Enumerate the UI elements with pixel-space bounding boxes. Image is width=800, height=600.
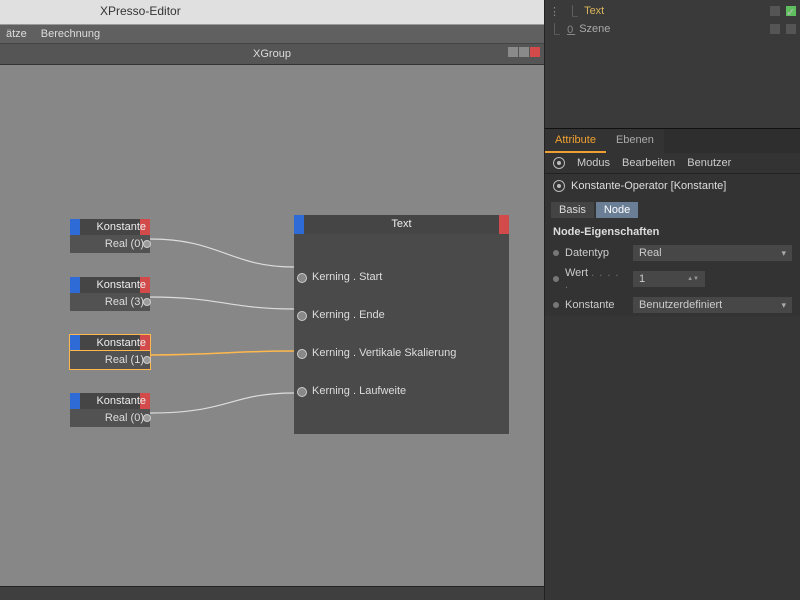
tab-attribute[interactable]: Attribute (545, 129, 606, 153)
render-toggle[interactable] (786, 24, 796, 34)
attribute-empty-area (545, 316, 800, 600)
dropdown-konstante[interactable]: Benutzerdefiniert ▾ (633, 297, 792, 313)
node-value: Real (3) (105, 296, 144, 308)
menu-item[interactable]: Benutzer (687, 157, 731, 169)
scene-tree[interactable]: ⋮ ⎿ Text ✓ ⎿ 0 Szene (545, 0, 800, 128)
window-titlebar[interactable]: XPresso-Editor (0, 0, 544, 25)
node-title: Text (391, 218, 411, 230)
tree-item-label: Szene (579, 23, 764, 35)
xgroup-header[interactable]: XGroup (0, 44, 544, 65)
attribute-tabs: Attribute Ebenen (545, 128, 800, 153)
param-anim-icon[interactable] (553, 250, 559, 256)
prop-konstante: Konstante Benutzerdefiniert ▾ (545, 294, 800, 316)
prop-label: Datentyp (565, 247, 627, 259)
output-port[interactable] (143, 356, 151, 364)
node-value: Real (0) (105, 238, 144, 250)
tab-ebenen[interactable]: Ebenen (606, 129, 664, 153)
spinner-icon[interactable]: ▲▼ (687, 277, 699, 282)
attribute-menubar: Modus Bearbeiten Benutzer (545, 153, 800, 174)
prop-wert: Wert . . . . . 1 ▲▼ (545, 264, 800, 294)
gear-icon (553, 180, 565, 192)
menu-item[interactable]: Modus (577, 157, 610, 169)
tree-guide-icon: ⋮ ⎿ (549, 3, 580, 19)
menubar: ätze Berechnung (0, 25, 544, 44)
node-konstante-selected[interactable]: Konstante Real (1) (70, 335, 150, 369)
horizontal-scrollbar[interactable] (0, 586, 544, 600)
node-title: Konstante (96, 279, 146, 291)
dropdown-datentyp[interactable]: Real ▾ (633, 245, 792, 261)
tree-guide-icon: ⎿ 0 (549, 21, 575, 37)
node-konstante[interactable]: Konstante Real (0) (70, 219, 150, 253)
param-anim-icon[interactable] (553, 276, 559, 282)
prop-label: Wert . . . . . (565, 267, 627, 291)
prop-datentyp: Datentyp Real ▾ (545, 242, 800, 264)
gear-icon (553, 157, 565, 169)
mode-menu[interactable] (553, 157, 565, 169)
input-port[interactable]: Kerning . Start (300, 258, 503, 296)
subtab-basis[interactable]: Basis (551, 202, 594, 218)
menu-item[interactable]: Berechnung (41, 28, 100, 40)
node-value: Real (1) (105, 354, 144, 366)
output-port[interactable] (143, 240, 151, 248)
prop-label: Konstante (565, 299, 627, 311)
sub-tabs: Basis Node (545, 198, 800, 222)
node-title: Konstante (96, 221, 146, 233)
node-text[interactable]: Text Kerning . Start Kerning . Ende Kern… (294, 215, 509, 434)
input-port[interactable]: Kerning . Ende (300, 296, 503, 334)
chevron-down-icon: ▾ (781, 300, 786, 311)
attribute-title-row: Konstante-Operator [Konstante] (545, 174, 800, 198)
attribute-title: Konstante-Operator [Konstante] (571, 180, 726, 192)
node-konstante[interactable]: Konstante Real (3) (70, 277, 150, 311)
input-port[interactable]: Kerning . Vertikale Skalierung (300, 334, 503, 372)
output-port[interactable] (143, 298, 151, 306)
visibility-toggle[interactable] (770, 24, 780, 34)
output-port[interactable] (143, 414, 151, 422)
tree-row[interactable]: ⎿ 0 Szene (549, 20, 796, 38)
node-canvas[interactable]: Konstante Real (0) Konstante Real (3) Ko… (0, 65, 544, 586)
input-wert[interactable]: 1 ▲▼ (633, 271, 705, 287)
subtab-node[interactable]: Node (596, 202, 638, 218)
section-header: Node-Eigenschaften (545, 222, 800, 242)
render-toggle[interactable]: ✓ (786, 6, 796, 16)
node-title: Konstante (96, 337, 146, 349)
menu-item[interactable]: Bearbeiten (622, 157, 675, 169)
xgroup-control-icon[interactable] (519, 47, 529, 57)
xgroup-move-icon[interactable] (508, 47, 518, 57)
input-port[interactable]: Kerning . Laufweite (300, 372, 503, 410)
tree-row[interactable]: ⋮ ⎿ Text ✓ (549, 2, 796, 20)
param-anim-icon[interactable] (553, 302, 559, 308)
tree-item-label: Text (584, 5, 764, 17)
node-title: Konstante (96, 395, 146, 407)
xgroup-title: XGroup (253, 48, 291, 60)
node-konstante[interactable]: Konstante Real (0) (70, 393, 150, 427)
window-title: XPresso-Editor (100, 4, 181, 18)
menu-item[interactable]: ätze (6, 28, 27, 40)
node-value: Real (0) (105, 412, 144, 424)
visibility-toggle[interactable] (770, 6, 780, 16)
chevron-down-icon: ▾ (781, 248, 786, 259)
xgroup-close-icon[interactable] (530, 47, 540, 57)
